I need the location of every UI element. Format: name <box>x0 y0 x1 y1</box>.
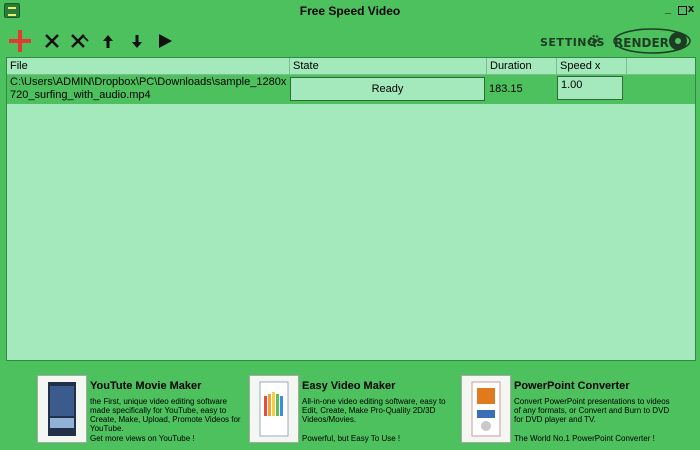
promo-tagline: Get more views on YouTube ! <box>90 434 195 443</box>
render-button[interactable]: Render <box>612 26 692 56</box>
clear-button[interactable] <box>68 26 92 56</box>
add-button[interactable] <box>7 26 33 56</box>
arrow-up-icon <box>103 34 113 48</box>
title-bar: Free Speed Video _ x <box>0 0 700 22</box>
product-box-image <box>249 375 299 443</box>
plus-icon <box>9 30 31 52</box>
promo-easy-video-maker[interactable]: Easy Video Maker All-in-one video editin… <box>249 375 459 447</box>
promo-tagline: The World No.1 PowerPoint Converter ! <box>514 434 655 443</box>
duration-cell: 183.15 <box>489 83 523 95</box>
play-button[interactable] <box>155 26 175 56</box>
play-icon <box>158 34 172 48</box>
product-box-image <box>37 375 87 443</box>
table-row[interactable]: C:\Users\ADMIN\Dropbox\PC\Downloads\samp… <box>7 75 695 104</box>
file-path: C:\Users\ADMIN\Dropbox\PC\Downloads\samp… <box>10 76 287 101</box>
settings-button[interactable]: Settings <box>538 32 604 52</box>
gear-icon <box>589 35 601 47</box>
move-up-button[interactable] <box>99 26 117 56</box>
x-icon <box>45 34 59 48</box>
product-box-image <box>461 375 511 443</box>
state-cell: Ready <box>290 77 485 101</box>
column-header-speed[interactable]: Speed x <box>557 58 627 74</box>
render-label: Render <box>614 36 669 50</box>
minimize-button[interactable]: _ <box>665 4 671 15</box>
remove-button[interactable] <box>41 26 63 56</box>
promo-description: the First, unique video editing software… <box>90 397 241 433</box>
promo-youtute-movie-maker[interactable]: YouTute Movie Maker the First, unique vi… <box>37 375 247 447</box>
window-title: Free Speed Video <box>299 4 401 18</box>
column-header-state[interactable]: State <box>290 58 487 74</box>
file-list[interactable]: File State Duration Speed x C:\Users\ADM… <box>6 57 696 361</box>
promo-title[interactable]: Easy Video Maker <box>302 380 395 392</box>
maximize-button[interactable] <box>678 6 687 15</box>
promo-tagline: Powerful, but Easy To Use ! <box>302 434 401 443</box>
arrow-down-icon <box>132 34 142 48</box>
promo-powerpoint-converter[interactable]: PowerPoint Converter Convert PowerPoint … <box>461 375 671 447</box>
column-header-duration[interactable]: Duration <box>487 58 557 74</box>
promo-title[interactable]: YouTute Movie Maker <box>90 380 201 392</box>
promo-title[interactable]: PowerPoint Converter <box>514 380 630 392</box>
column-header-file[interactable]: File <box>7 58 290 74</box>
table-header: File State Duration Speed x <box>7 58 695 75</box>
x-double-icon <box>71 34 89 48</box>
close-button[interactable]: x <box>688 4 694 15</box>
promo-description: All-in-one video editing software, easy … <box>302 397 446 424</box>
move-down-button[interactable] <box>128 26 146 56</box>
speed-input[interactable]: 1.00 <box>557 76 623 100</box>
promo-description: Convert PowerPoint presentations to vide… <box>514 397 670 424</box>
